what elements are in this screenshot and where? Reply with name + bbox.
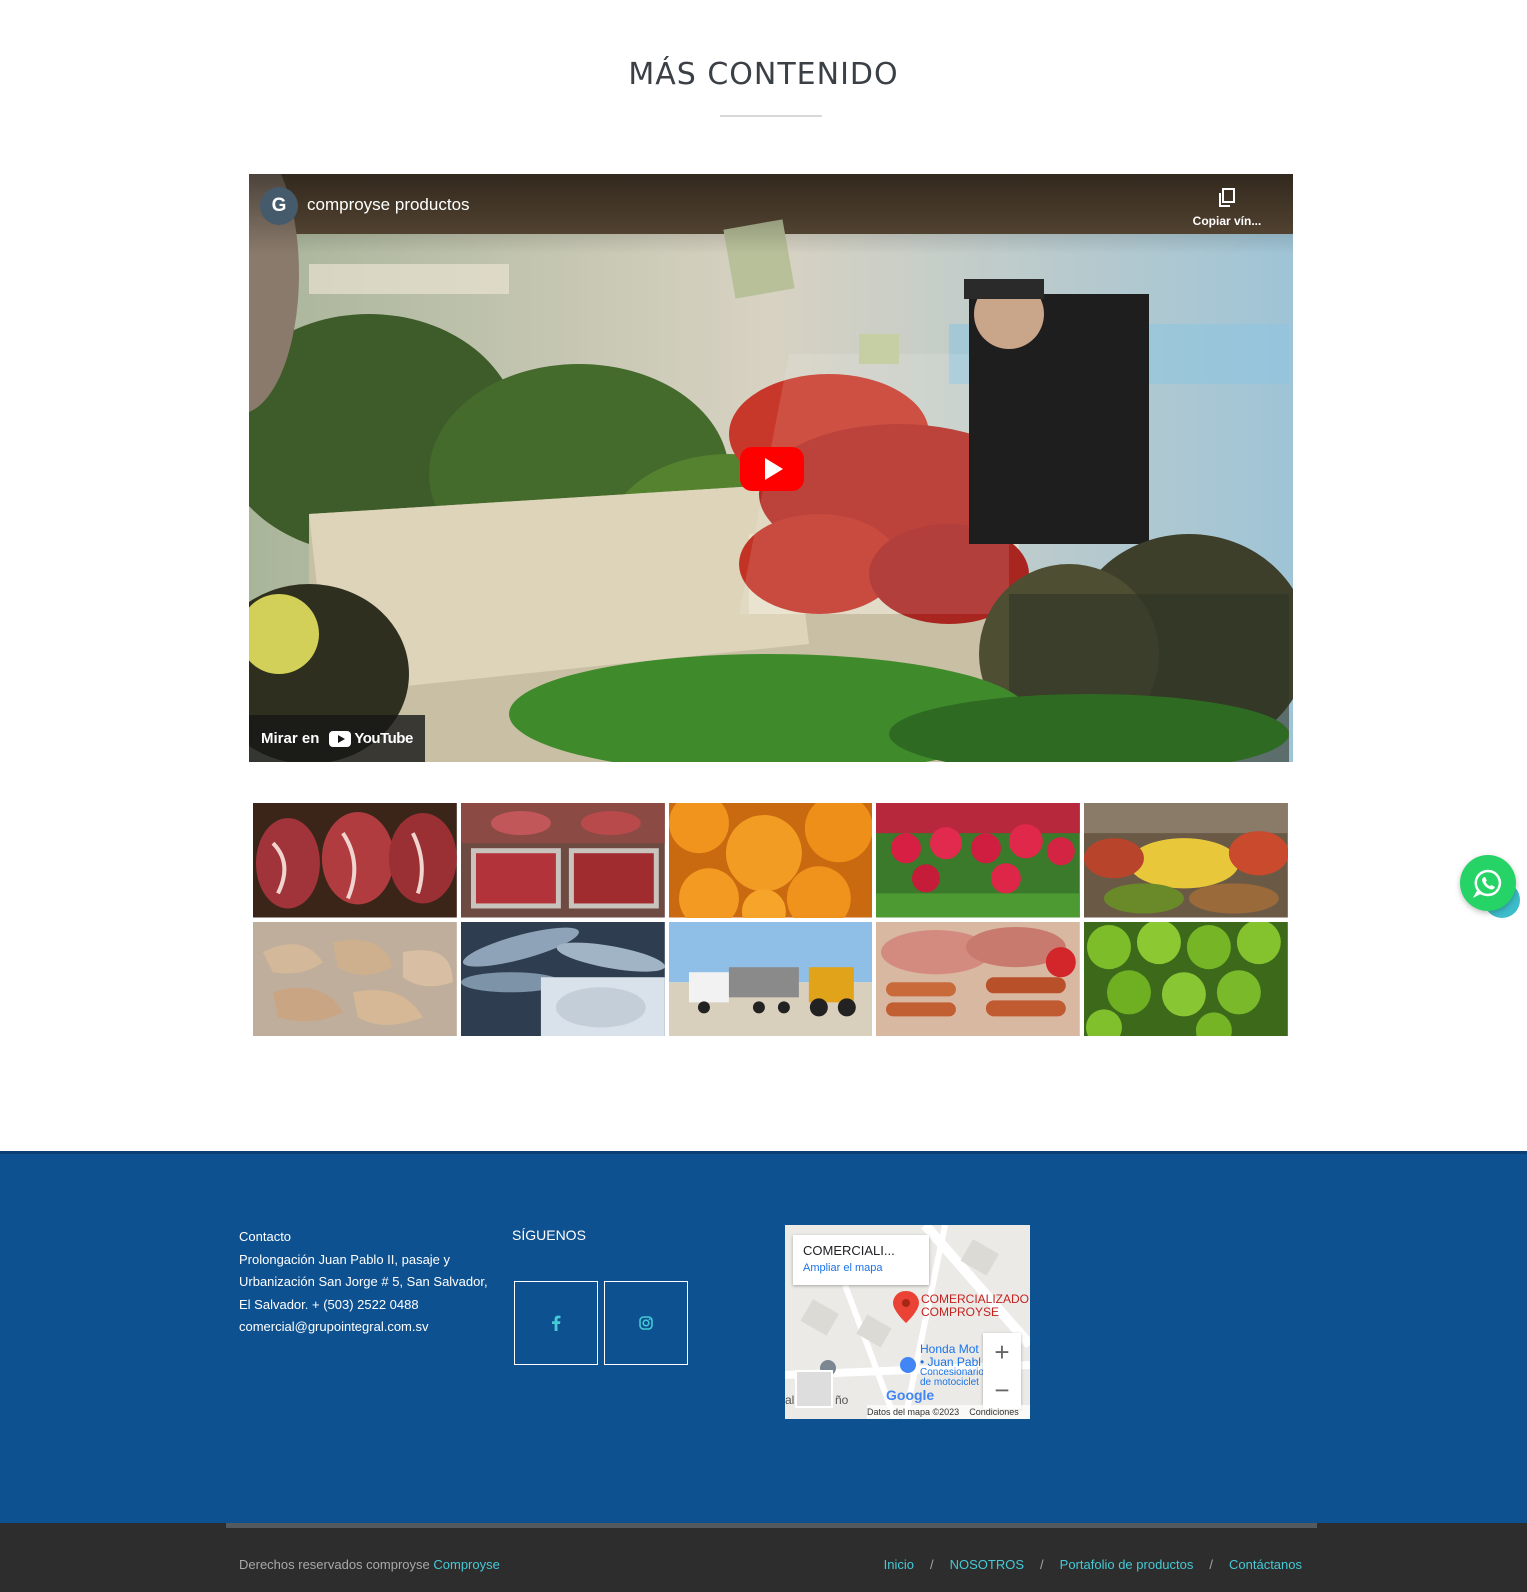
fish-image	[460, 921, 665, 1036]
youtube-wordmark: YouTube	[354, 730, 413, 747]
video-embed[interactable]: G comproyse productos Copiar vín... Mira…	[249, 174, 1293, 762]
copyright-brand-link[interactable]: Comproyse	[433, 1557, 499, 1572]
beef-steaks-image	[253, 803, 457, 918]
map-zoom-controls: + −	[983, 1333, 1021, 1409]
google-logo: Google	[886, 1387, 935, 1403]
meat-trays-image	[460, 803, 665, 918]
map-pin-label-line-2: COMPROYSE	[921, 1305, 1000, 1319]
gallery-item-trucks-loader[interactable]	[668, 921, 873, 1036]
gallery-item-shrimp[interactable]	[253, 921, 457, 1036]
limes-image	[1084, 921, 1288, 1036]
section-title: MÁS CONTENIDO	[628, 57, 899, 92]
gallery-item-deli-meats[interactable]	[876, 921, 1081, 1036]
title-divider	[720, 115, 822, 117]
shrimp-image	[253, 921, 457, 1036]
deli-meats-image	[876, 921, 1081, 1036]
map-poi-label: Honda Mot • Juan Pabl	[920, 1343, 981, 1369]
gallery-item-meat-trays[interactable]	[460, 803, 665, 918]
contact-address-line-2: Urbanización San Jorge # 5, San Salvador…	[239, 1274, 488, 1289]
footer-top-border	[0, 1151, 1527, 1154]
map-pin-label: COMERCIALIZADO COMPROYSE	[921, 1293, 1029, 1319]
copy-link-label: Copiar vín...	[1192, 214, 1262, 228]
social-title: SÍGUENOS	[512, 1227, 586, 1243]
footer-nav-separator: /	[1040, 1557, 1044, 1572]
gallery-item-fish[interactable]	[460, 921, 665, 1036]
copyright-text: Derechos reservados comproyse	[239, 1557, 430, 1572]
gallery-item-oranges[interactable]	[668, 803, 873, 918]
footer-nav-nosotros[interactable]: NOSOTROS	[950, 1557, 1024, 1572]
youtube-play-icon	[329, 730, 352, 747]
instagram-icon	[639, 1316, 653, 1330]
footer-contact: Contacto Prolongación Juan Pablo II, pas…	[239, 1226, 489, 1339]
map-enlarge-link[interactable]: Ampliar el mapa	[803, 1262, 919, 1274]
oranges-image	[668, 803, 873, 918]
trucks-loader-image	[668, 921, 873, 1036]
footer-nav-contactanos[interactable]: Contáctanos	[1229, 1557, 1302, 1572]
product-gallery	[253, 803, 1288, 1036]
instagram-button[interactable]	[604, 1281, 688, 1365]
map-data-credit: Datos del mapa ©2023	[867, 1407, 960, 1417]
channel-avatar[interactable]: G	[260, 187, 298, 225]
footer-nav: Inicio / NOSOTROS / Portafolio de produc…	[884, 1557, 1302, 1572]
map-poi-sublabel: Concesionario de motociclet	[920, 1368, 984, 1388]
zoom-out-button[interactable]: −	[983, 1371, 1021, 1409]
map-edge-label: al	[785, 1393, 795, 1407]
gallery-item-radishes[interactable]	[876, 803, 1081, 918]
video-title[interactable]: comproyse productos	[307, 195, 470, 215]
location-map[interactable]: COMERCIALI... Ampliar el mapa COMERCIALI…	[785, 1225, 1030, 1419]
watch-on-label: Mirar en	[261, 730, 320, 747]
footer-nav-separator: /	[930, 1557, 934, 1572]
gallery-item-beef-steaks[interactable]	[253, 803, 457, 918]
contact-heading: Contacto	[239, 1229, 292, 1244]
whatsapp-icon	[1472, 869, 1502, 899]
map-street-label: ño	[835, 1393, 849, 1407]
copy-link-button[interactable]: Copiar vín...	[1187, 188, 1267, 230]
contact-address-line-3: El Salvador. + (503) 2522 0488	[239, 1296, 419, 1312]
gallery-item-market-fruits[interactable]	[1084, 803, 1288, 918]
map-place-name: COMERCIALI...	[803, 1243, 895, 1258]
map-info-card: COMERCIALI... Ampliar el mapa	[793, 1235, 929, 1285]
whatsapp-button[interactable]	[1460, 855, 1516, 911]
market-fruits-image	[1084, 803, 1288, 918]
gallery-item-limes[interactable]	[1084, 921, 1288, 1036]
youtube-logo: YouTube	[329, 730, 413, 747]
contact-address-line-1: Prolongación Juan Pablo II, pasaje y	[239, 1251, 451, 1267]
contact-email[interactable]: comercial@grupointegral.com.sv	[239, 1316, 489, 1339]
footer-nav-separator: /	[1209, 1557, 1213, 1572]
play-button[interactable]	[740, 447, 804, 491]
map-street-view-control[interactable]	[795, 1370, 833, 1408]
footer-nav-inicio[interactable]: Inicio	[884, 1557, 914, 1572]
watch-on-youtube-button[interactable]: Mirar en YouTube	[249, 715, 425, 762]
footer	[0, 1151, 1527, 1523]
copy-icon	[1219, 188, 1235, 207]
footer-nav-portafolio[interactable]: Portafolio de productos	[1060, 1557, 1194, 1572]
map-attribution: Datos del mapa ©2023 Condiciones	[867, 1405, 1030, 1419]
zoom-in-button[interactable]: +	[983, 1333, 1021, 1371]
facebook-button[interactable]	[514, 1281, 598, 1365]
radishes-image	[876, 803, 1081, 918]
copyright: Derechos reservados comproyse Comproyse	[239, 1557, 500, 1572]
map-terms-link[interactable]: Condiciones	[969, 1407, 1019, 1417]
facebook-icon	[552, 1315, 561, 1331]
bottom-bar-divider	[226, 1523, 1317, 1528]
